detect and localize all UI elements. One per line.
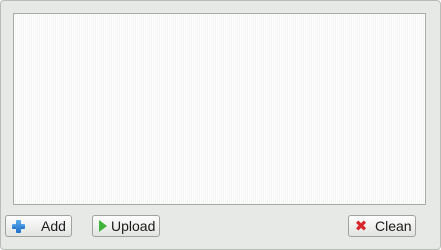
upload-button[interactable]: Upload: [92, 215, 160, 237]
play-icon: [99, 220, 107, 232]
plus-icon: [12, 219, 25, 233]
x-icon: ✖: [354, 217, 368, 235]
upload-button-label: Upload: [111, 218, 156, 234]
add-button-label: Add: [41, 218, 66, 234]
file-list[interactable]: [13, 13, 426, 205]
clean-button[interactable]: ✖ Clean: [348, 215, 416, 237]
uploader-panel: Add Upload ✖ Clean: [0, 0, 441, 250]
clean-button-label: Clean: [375, 218, 412, 234]
add-button[interactable]: Add: [5, 215, 72, 237]
